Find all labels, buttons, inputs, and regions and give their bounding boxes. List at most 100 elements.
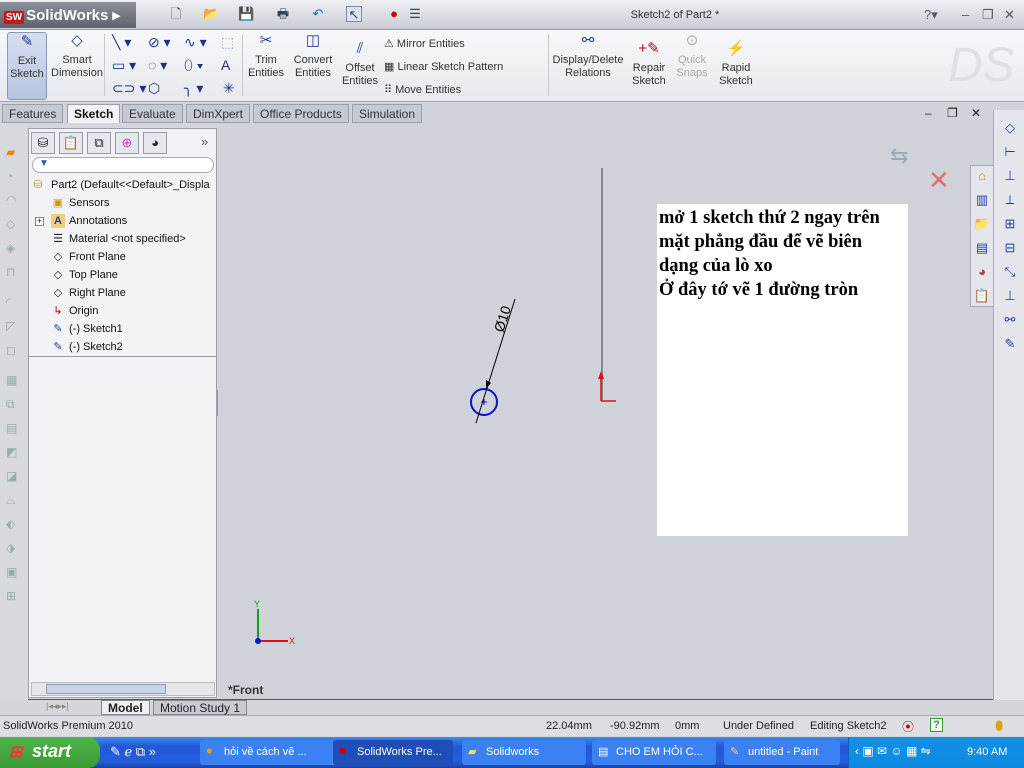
- tree-item-sensors[interactable]: Sensors: [69, 197, 109, 209]
- repair-sketch-button[interactable]: +✎ Repair Sketch: [630, 41, 668, 88]
- view-palette-icon[interactable]: ▤: [973, 240, 991, 258]
- vertical-ordinate-icon[interactable]: ⊟: [1001, 240, 1019, 258]
- configuration-manager-tab[interactable]: ⧉: [87, 132, 111, 154]
- slot-icon[interactable]: ⊂⊃ ▾: [112, 80, 146, 97]
- tree-horizontal-scrollbar[interactable]: [31, 682, 215, 696]
- tab-scroll-arrows[interactable]: |◂◂▸▸|: [46, 701, 69, 712]
- rebuild-icon[interactable]: ●: [386, 6, 402, 22]
- undo-icon[interactable]: ↶: [310, 6, 326, 22]
- boundary-icon[interactable]: ◈: [6, 241, 22, 255]
- fillet-feature-icon[interactable]: ◜: [6, 295, 22, 309]
- move-entities-button[interactable]: ⠿ Move Entities: [384, 83, 461, 96]
- restore-button[interactable]: ❐: [982, 7, 994, 23]
- minimize-button[interactable]: –: [962, 7, 969, 22]
- horizontal-dim-icon[interactable]: ⊢: [1001, 144, 1019, 162]
- tree-item-sketch1[interactable]: (-) Sketch1: [69, 323, 123, 335]
- extrude-icon[interactable]: ▰: [6, 145, 22, 159]
- revolve-icon[interactable]: ◔: [6, 169, 22, 183]
- close-button[interactable]: ✕: [1004, 7, 1015, 23]
- circle-icon[interactable]: ⊘ ▾: [148, 34, 171, 51]
- diameter-dimension[interactable]: Ø10: [491, 304, 514, 334]
- tab-motion-study-1[interactable]: Motion Study 1: [153, 700, 248, 715]
- property-manager-tab[interactable]: 📋: [59, 132, 83, 154]
- fully-define-icon[interactable]: ✎: [1001, 336, 1019, 354]
- expand-chevron-icon[interactable]: »: [201, 134, 208, 149]
- tree-item-origin[interactable]: Origin: [69, 305, 98, 317]
- doc-minimize-button[interactable]: –: [925, 106, 932, 120]
- offset-entities-button[interactable]: ⫽ Offset Entities: [340, 41, 380, 88]
- options-icon[interactable]: ☰: [407, 6, 423, 22]
- tab-model[interactable]: Model: [101, 700, 150, 715]
- curves-icon[interactable]: ⬗: [6, 541, 22, 555]
- graphics-area[interactable]: Ø10 Y X ⇆ ✕ mở 1 sketch thứ 2 ngay trên …: [218, 123, 993, 700]
- taskbar-button-post[interactable]: ▤ CHO EM HỎI C...: [592, 740, 716, 765]
- tree-root-part2[interactable]: Part2 (Default<<Default>_Displa: [51, 179, 210, 191]
- help-icon[interactable]: ?▾: [924, 7, 938, 23]
- horizontal-ordinate-icon[interactable]: ⊞: [1001, 216, 1019, 234]
- appearances-icon[interactable]: ◕: [973, 264, 991, 282]
- tree-item-front-plane[interactable]: Front Plane: [69, 251, 126, 263]
- add-relation-icon[interactable]: ⊥: [1001, 288, 1019, 306]
- tab-features[interactable]: Features: [2, 104, 64, 123]
- tab-evaluate[interactable]: Evaluate: [122, 104, 183, 123]
- point-icon[interactable]: ✳: [223, 80, 235, 97]
- tab-sketch[interactable]: Sketch: [67, 104, 121, 123]
- file-explorer-icon[interactable]: 📁: [973, 216, 991, 234]
- quick-tips-icon[interactable]: ⬮: [995, 718, 1003, 734]
- display-manager-tab[interactable]: ◕: [143, 132, 167, 154]
- loft-icon[interactable]: ◇: [6, 217, 22, 231]
- display-delete-relations-button[interactable]: ⚯ Display/Delete Relations: [552, 33, 624, 80]
- mirror-feature-icon[interactable]: ⧉: [6, 397, 22, 411]
- fillet-icon[interactable]: ╮ ▾: [184, 80, 203, 97]
- trim-entities-button[interactable]: ✂ Trim Entities: [246, 33, 286, 80]
- tree-filter-input[interactable]: ▼: [32, 157, 214, 173]
- quick-launch-icons[interactable]: ✎ ℯ ⧉ »: [110, 744, 156, 760]
- line-icon[interactable]: ╲ ▾: [112, 34, 131, 51]
- display-relations-icon[interactable]: ⚯: [1001, 312, 1019, 330]
- doc-restore-button[interactable]: ❐: [947, 106, 958, 120]
- ellipse-icon[interactable]: ⬯ ▾: [184, 57, 204, 74]
- instant3d-icon[interactable]: ▣: [6, 565, 22, 579]
- start-button[interactable]: ⊞ start: [0, 737, 100, 768]
- dimxpert-manager-tab[interactable]: ⊕: [115, 132, 139, 154]
- ref-geometry-icon[interactable]: ⬖: [6, 517, 22, 531]
- text-icon[interactable]: A: [221, 57, 230, 73]
- draft-icon[interactable]: ◩: [6, 445, 22, 459]
- tree-item-top-plane[interactable]: Top Plane: [69, 269, 118, 281]
- wrap-icon[interactable]: ◪: [6, 469, 22, 483]
- arc-icon[interactable]: ◌ ▾: [148, 57, 167, 74]
- select-icon[interactable]: ↖: [346, 6, 362, 22]
- plane-icon[interactable]: ⬚: [221, 34, 234, 51]
- design-library-icon[interactable]: ▥: [973, 192, 991, 210]
- shell-icon[interactable]: ◻: [6, 343, 22, 357]
- tab-office-products[interactable]: Office Products: [253, 104, 349, 123]
- home-icon[interactable]: ⌂: [973, 168, 991, 186]
- quick-snaps-button[interactable]: ⊙ Quick Snaps: [673, 33, 711, 80]
- tree-item-sketch2[interactable]: (-) Sketch2: [69, 341, 123, 353]
- print-icon[interactable]: 🖶: [275, 6, 291, 22]
- taskbar-button-firefox[interactable]: ● hỏi về cách vẽ ...: [200, 740, 350, 765]
- taskbar-button-solidworks[interactable]: ■ SolidWorks Pre...: [333, 740, 453, 765]
- tab-dimxpert[interactable]: DimXpert: [186, 104, 251, 123]
- tree-item-material[interactable]: Material <not specified>: [69, 233, 186, 245]
- open-icon[interactable]: 📂: [203, 6, 219, 22]
- feature-manager-tab[interactable]: ⛁: [31, 132, 55, 154]
- tree-item-annotations[interactable]: Annotations: [69, 215, 127, 227]
- linear-pattern-button[interactable]: ▦ Linear Sketch Pattern: [384, 60, 503, 73]
- help-icon[interactable]: ?: [930, 718, 943, 732]
- rib-icon[interactable]: ▤: [6, 421, 22, 435]
- polygon-icon[interactable]: ⬡: [148, 80, 160, 97]
- rebuild-light-icon[interactable]: ⦿: [902, 718, 914, 735]
- cut-icon[interactable]: ⊓: [6, 265, 22, 279]
- tray-icons[interactable]: ‹ ▣ ✉ ☺ ▦ ⇋: [855, 744, 931, 758]
- solidworks-menu-logo[interactable]: SW SolidWorks ▸: [0, 2, 136, 28]
- scrollbar-thumb[interactable]: [46, 684, 166, 694]
- new-icon[interactable]: 🗋: [168, 6, 184, 22]
- rectangle-icon[interactable]: ▭ ▾: [112, 57, 136, 74]
- spline-icon[interactable]: ∿ ▾: [184, 34, 207, 51]
- doc-close-button[interactable]: ✕: [971, 106, 981, 120]
- smart-dim-icon[interactable]: ◇: [1001, 120, 1019, 138]
- taskbar-button-paint[interactable]: ✎ untitled - Paint: [724, 740, 840, 765]
- vertical-dim-icon[interactable]: ⊥: [1001, 168, 1019, 186]
- save-icon[interactable]: 💾: [238, 6, 254, 22]
